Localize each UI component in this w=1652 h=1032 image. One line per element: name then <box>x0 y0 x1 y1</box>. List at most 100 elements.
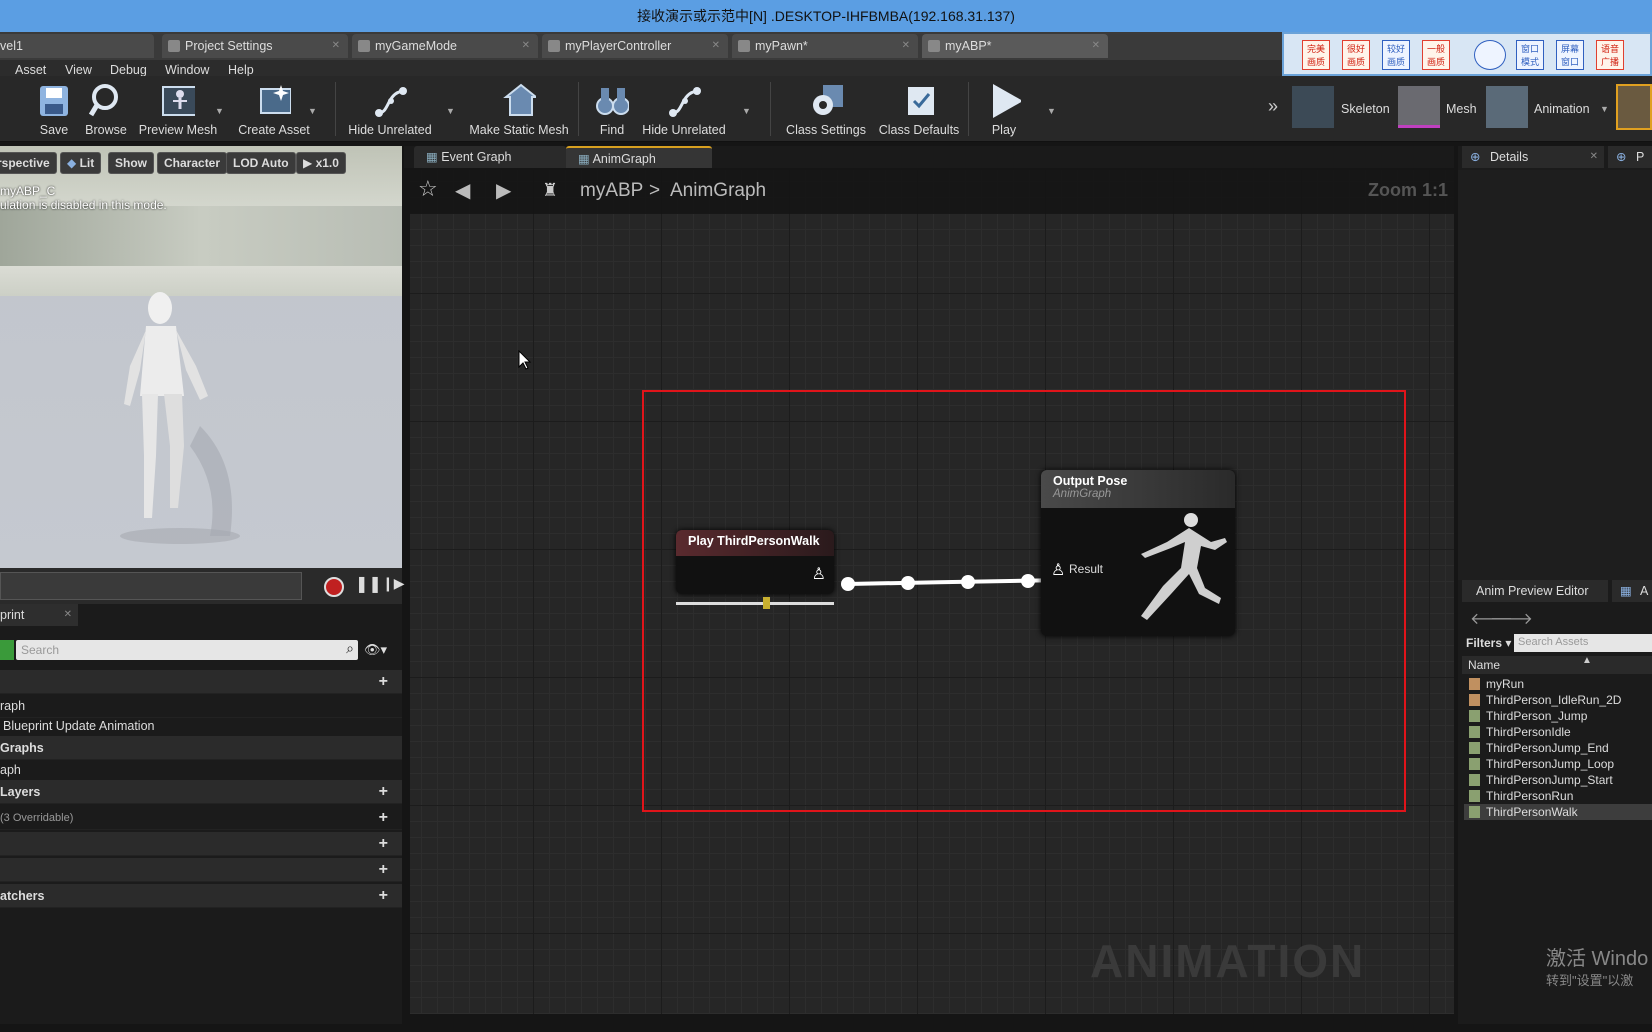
close-icon[interactable]: ✕ <box>64 604 72 626</box>
preview-viewport[interactable]: rspective ◆ Lit Show Character LOD Auto … <box>0 146 402 568</box>
output-pose-node[interactable]: Output Pose AnimGraph ♙ Result <box>1041 470 1235 636</box>
make-static-mesh-button[interactable]: Make Static Mesh <box>468 82 570 137</box>
quality-very-good-button[interactable]: 很好画质 <box>1342 40 1370 70</box>
skeleton-mode-label[interactable]: Skeleton <box>1341 102 1390 116</box>
mesh-mode-label[interactable]: Mesh <box>1446 102 1477 116</box>
chevron-down-icon[interactable]: ▼ <box>1600 104 1609 114</box>
close-icon[interactable]: ✕ <box>712 34 720 58</box>
close-icon[interactable]: ✕ <box>332 34 340 58</box>
record-icon[interactable] <box>324 577 344 597</box>
character-button[interactable]: Character <box>157 152 228 174</box>
create-asset-button[interactable]: Create Asset <box>232 82 316 137</box>
pause-icon[interactable]: ❚❚ <box>355 574 382 594</box>
quality-normal-button[interactable]: 一般画质 <box>1422 40 1450 70</box>
pose-input-pin-icon[interactable]: ♙ <box>1051 560 1065 580</box>
menu-view[interactable]: View <box>65 63 92 77</box>
add-icon[interactable]: + <box>379 780 388 804</box>
asset-list-item[interactable]: ThirdPersonWalk <box>1464 804 1652 820</box>
tab-myplayercontroller[interactable]: myPlayerController ✕ <box>542 34 728 58</box>
window-mode-button[interactable]: 窗口模式 <box>1516 40 1544 70</box>
add-icon[interactable]: + <box>379 806 388 830</box>
section-header[interactable]: + <box>0 858 402 882</box>
hide-unrelated-button-2[interactable]: Hide Unrelated <box>640 82 728 137</box>
add-icon[interactable]: + <box>379 670 388 694</box>
quality-good-button[interactable]: 较好画质 <box>1382 40 1410 70</box>
screen-window-button[interactable]: 屏幕窗口 <box>1556 40 1584 70</box>
forward-arrow-icon[interactable]: 🡒 <box>1490 608 1533 629</box>
preview-mesh-button[interactable]: Preview Mesh <box>136 82 220 137</box>
chevron-down-icon[interactable]: ▼ <box>446 106 455 116</box>
breadcrumb-leaf[interactable]: AnimGraph <box>670 180 766 202</box>
play-sequence-node[interactable]: Play ThirdPersonWalk ♙ <box>676 530 834 594</box>
pose-output-pin-icon[interactable]: ♙ <box>812 564 826 584</box>
step-forward-icon[interactable]: ❙▶ <box>382 575 405 592</box>
asset-list-item[interactable]: ThirdPersonIdle <box>1464 724 1652 740</box>
search-field[interactable]: Search ⌕ <box>16 640 358 660</box>
show-button[interactable]: Show <box>108 152 154 174</box>
filters-dropdown[interactable]: Filters ▾ <box>1466 636 1511 650</box>
tab-myabp[interactable]: myABP* ✕ <box>922 34 1108 58</box>
eye-icon[interactable]: 👁▾ <box>364 642 387 658</box>
double-chevron-right-icon[interactable]: » <box>1268 96 1278 117</box>
tab-anim-graph[interactable]: ▦ AnimGraph <box>566 146 712 168</box>
animation-mode-label[interactable]: Animation <box>1534 102 1590 116</box>
voice-broadcast-button[interactable]: 语音广播 <box>1596 40 1624 70</box>
remote-control-icon[interactable] <box>1474 40 1506 70</box>
details-tab[interactable]: ⊕ Details ✕ <box>1462 146 1604 168</box>
tab-mygamemode[interactable]: myGameMode ✕ <box>352 34 538 58</box>
asset-list-item[interactable]: myRun <box>1464 676 1652 692</box>
anim-preview-editor-tab[interactable]: Anim Preview Editor <box>1462 580 1608 602</box>
playback-speed-button[interactable]: ▶ x1.0 <box>296 152 346 174</box>
add-icon[interactable]: + <box>379 858 388 882</box>
close-icon[interactable]: ✕ <box>902 34 910 58</box>
find-button[interactable]: Find <box>588 82 636 137</box>
slider-thumb[interactable] <box>763 597 770 609</box>
add-new-button[interactable] <box>0 640 14 660</box>
asset-browser-tab[interactable]: ▦ A <box>1612 580 1652 602</box>
asset-list-item[interactable]: ThirdPersonJump_End <box>1464 740 1652 756</box>
save-button[interactable]: Save <box>32 82 76 137</box>
close-icon[interactable]: ✕ <box>522 34 530 58</box>
asset-list-item[interactable]: ThirdPerson_IdleRun_2D <box>1464 692 1652 708</box>
menu-window[interactable]: Window <box>165 63 209 77</box>
add-icon[interactable]: + <box>379 884 388 908</box>
section-header[interactable]: + <box>0 832 402 856</box>
quality-perfect-button[interactable]: 完美画质 <box>1302 40 1330 70</box>
forward-arrow-icon[interactable]: ▶ <box>496 178 511 203</box>
skeleton-thumbnail[interactable] <box>1292 86 1334 128</box>
class-settings-button[interactable]: Class Settings <box>784 82 868 137</box>
star-icon[interactable]: ☆ <box>418 176 438 202</box>
chevron-down-icon[interactable]: ▼ <box>215 106 224 116</box>
play-rate-slider[interactable] <box>676 602 834 605</box>
asset-list-item[interactable]: ThirdPersonJump_Loop <box>1464 756 1652 772</box>
mesh-thumbnail[interactable] <box>1398 86 1440 128</box>
close-icon[interactable]: ✕ <box>1590 146 1598 168</box>
section-header-layers[interactable]: Layers + <box>0 780 402 804</box>
tab-event-graph[interactable]: ▦ Event Graph <box>414 146 566 168</box>
timeline-scrubber[interactable] <box>0 572 302 600</box>
section-header-graphs[interactable]: Graphs <box>0 736 402 760</box>
blueprint-mode-thumbnail[interactable] <box>1616 84 1652 130</box>
menu-debug[interactable]: Debug <box>110 63 147 77</box>
section-header-dispatchers[interactable]: atchers + <box>0 884 402 908</box>
close-icon[interactable]: ✕ <box>1092 34 1100 58</box>
chevron-down-icon[interactable]: ▼ <box>742 106 751 116</box>
add-icon[interactable]: + <box>379 832 388 856</box>
search-icon[interactable]: ⌕ <box>346 640 354 657</box>
back-arrow-icon[interactable]: ◀ <box>455 178 470 203</box>
my-blueprint-tab[interactable]: print ✕ <box>0 604 78 626</box>
details-tab-2[interactable]: ⊕ P <box>1608 146 1652 168</box>
tab-level[interactable]: vel1 <box>0 34 154 58</box>
list-item[interactable]: Blueprint Update Animation <box>0 714 402 738</box>
asset-list-item[interactable]: ThirdPersonRun <box>1464 788 1652 804</box>
chevron-down-icon[interactable]: ▼ <box>308 106 317 116</box>
name-column-header[interactable]: Name ▲ <box>1462 655 1652 674</box>
list-item[interactable]: aph <box>0 758 402 782</box>
menu-asset[interactable]: Asset <box>15 63 46 77</box>
asset-list-item[interactable]: ThirdPersonJump_Start <box>1464 772 1652 788</box>
hide-unrelated-button[interactable]: Hide Unrelated <box>346 82 434 137</box>
lod-auto-button[interactable]: LOD Auto <box>226 152 296 174</box>
browse-button[interactable]: Browse <box>82 82 130 137</box>
chevron-down-icon[interactable]: ▼ <box>1047 106 1056 116</box>
anim-graph-canvas[interactable]: ☆ ◀ ▶ ♜ myABP > AnimGraph Zoom 1:1 Play … <box>410 170 1454 1014</box>
